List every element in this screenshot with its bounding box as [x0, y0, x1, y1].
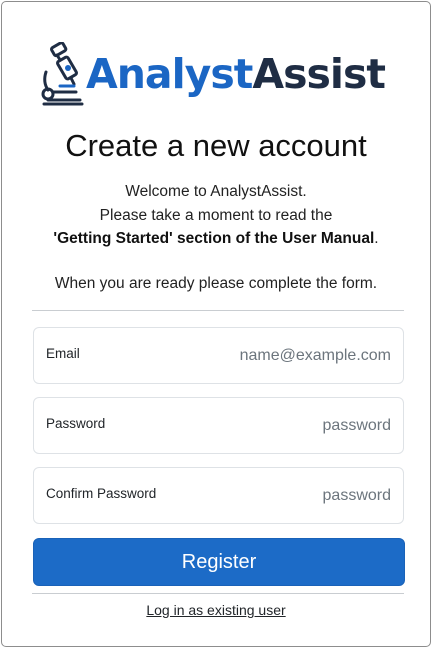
intro-line-2: Please take a moment to read the — [99, 206, 333, 224]
email-label: Email — [46, 346, 80, 361]
confirm-password-label: Confirm Password — [46, 486, 157, 501]
login-link[interactable]: Log in as existing user — [146, 602, 285, 618]
intro-line-1: Welcome to AnalystAssist. — [125, 183, 307, 200]
microscope-icon — [41, 42, 84, 106]
password-field[interactable]: Password — [33, 397, 404, 454]
register-card: AnalystAssist Create a new account Welco… — [1, 1, 431, 647]
app-logo: AnalystAssist — [40, 40, 400, 110]
intro-text: Welcome to AnalystAssist. Please take a … — [2, 180, 430, 251]
instruction-text: When you are ready please complete the f… — [54, 275, 378, 292]
divider-bottom — [32, 593, 404, 594]
confirm-password-input[interactable] — [161, 487, 391, 505]
logo-wordmark: AnalystAssist — [86, 46, 386, 102]
password-input[interactable] — [161, 417, 391, 435]
logo-word-assist: Assist — [252, 50, 386, 98]
logo-word-analyst: Analyst — [86, 50, 253, 98]
intro-line-3-end: . — [374, 230, 379, 247]
page-title: Create a new account — [65, 128, 367, 163]
login-link-container: Log in as existing user — [2, 602, 430, 618]
manual-reference: 'Getting Started' section of the User Ma… — [53, 230, 375, 247]
confirm-password-field[interactable]: Confirm Password — [33, 467, 404, 524]
intro-line-3: 'Getting Started' section of the User Ma… — [2, 227, 430, 251]
email-field[interactable]: Email — [33, 327, 404, 384]
password-label: Password — [46, 416, 106, 431]
email-input[interactable] — [161, 347, 391, 365]
divider-top — [32, 310, 404, 311]
register-button[interactable]: Register — [33, 538, 405, 586]
